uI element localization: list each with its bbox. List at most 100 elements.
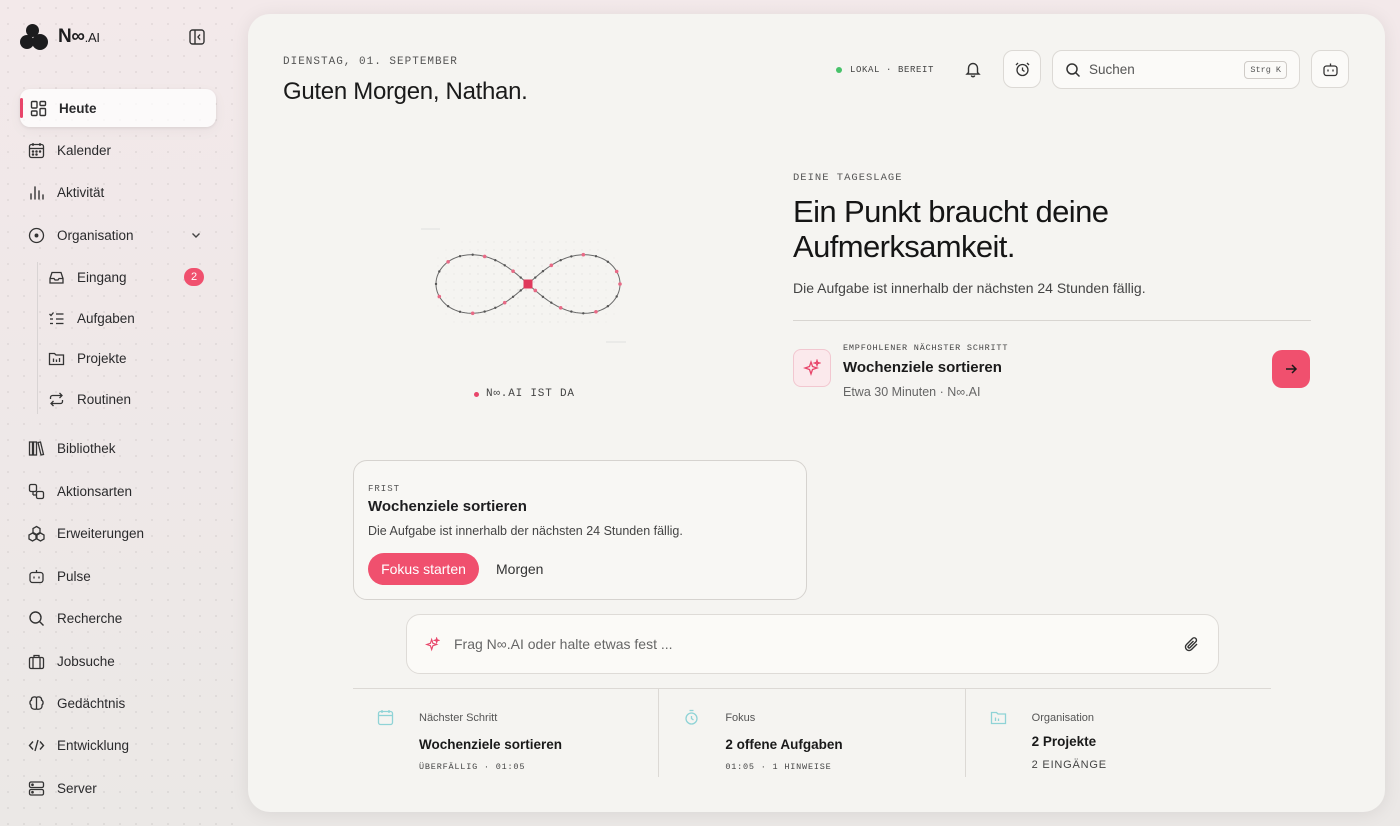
ask-input[interactable]: Frag N∞.AI oder halte etwas fest ...	[406, 614, 1219, 674]
stat-label: Nächster Schritt	[419, 712, 498, 724]
sparkle-icon	[803, 359, 821, 377]
sidebar-item-erweiterungen[interactable]: Erweiterungen	[20, 514, 144, 552]
stat-label: Fokus	[725, 712, 756, 724]
briefing-subline: Die Aufgabe ist innerhalb der nächsten 2…	[793, 280, 1146, 296]
brand-logo-icon	[20, 24, 48, 50]
dashboard-icon	[30, 100, 47, 116]
sidebar-item-jobsuche[interactable]: Jobsuche	[20, 642, 115, 680]
sidebar-item-eingang[interactable]: Eingang 2	[40, 258, 216, 296]
calendar-icon	[28, 142, 45, 158]
calendar-icon	[377, 710, 394, 726]
sidebar-item-recherche[interactable]: Recherche	[20, 599, 122, 637]
arrow-right-icon	[1286, 364, 1298, 374]
extensions-icon	[28, 525, 45, 542]
next-step-go-button[interactable]	[1272, 350, 1310, 388]
search-icon	[29, 610, 44, 626]
visual-caption: N∞.AI IST DA	[474, 388, 575, 400]
stat-next-step[interactable]: Nächster Schritt Wochenziele sortieren Ü…	[353, 689, 658, 777]
status-indicator: LOKAL · BEREIT	[836, 65, 934, 75]
sidebar-item-label: Projekte	[77, 350, 127, 366]
sidebar-item-label: Entwicklung	[57, 737, 130, 753]
divider	[793, 320, 1311, 321]
chevron-down-icon[interactable]	[190, 229, 202, 241]
sidebar-item-aktionsarten[interactable]: Aktionsarten	[20, 472, 132, 510]
sidebar-item-entwicklung[interactable]: Entwicklung	[20, 726, 129, 764]
sidebar-item-label: Kalender	[57, 142, 112, 158]
timer-icon	[685, 709, 698, 725]
project-folder-icon	[990, 711, 1006, 725]
deadline-card: FRIST Wochenziele sortieren Die Aufgabe …	[353, 460, 807, 600]
compass-icon	[28, 227, 45, 243]
alarm-clock-icon	[1015, 62, 1029, 76]
robot-icon	[29, 569, 44, 583]
recommendation-icon-box	[793, 349, 831, 387]
next-step-meta: Etwa 30 Minuten · N∞.AI	[843, 385, 981, 399]
paperclip-icon[interactable]	[1183, 636, 1200, 653]
bar-chart-icon	[30, 185, 44, 200]
card-label: FRIST	[368, 484, 401, 494]
sidebar-item-label: Aktionsarten	[57, 483, 133, 499]
brain-icon	[29, 695, 44, 710]
ask-placeholder: Frag N∞.AI oder halte etwas fest ...	[454, 636, 673, 652]
sidebar: N∞.AI Heute Kalender Aktivität Organisat…	[0, 0, 236, 826]
briefing-label: DEINE TAGESLAGE	[793, 172, 903, 184]
inbox-count-badge: 2	[184, 268, 204, 286]
alarm-button[interactable]	[1003, 50, 1041, 88]
robot-icon	[1322, 63, 1338, 76]
sidebar-item-label: Routinen	[77, 391, 132, 407]
sidebar-item-server[interactable]: Server	[20, 769, 97, 807]
sidebar-item-pulse[interactable]: Pulse	[20, 557, 91, 595]
stat-sub: 2 EINGÄNGE	[1031, 759, 1107, 771]
sidebar-item-gedaechtnis[interactable]: Gedächtnis	[20, 684, 125, 722]
code-icon	[28, 739, 45, 751]
sidebar-item-label: Recherche	[57, 610, 123, 626]
search-shortcut: Strg K	[1244, 60, 1287, 79]
sidebar-collapse-icon[interactable]	[188, 28, 206, 46]
sidebar-item-aufgaben[interactable]: Aufgaben	[40, 299, 135, 337]
stat-organisation[interactable]: Organisation 2 Projekte 2 EINGÄNGE	[964, 689, 1271, 777]
sidebar-item-bibliothek[interactable]: Bibliothek	[20, 429, 116, 467]
stat-sub: ÜBERFÄLLIG · 01:05	[419, 762, 526, 772]
assistant-button[interactable]	[1311, 50, 1349, 88]
date-label: DIENSTAG, 01. SEPTEMBER	[283, 56, 458, 68]
sidebar-item-organisation[interactable]: Organisation	[20, 216, 134, 254]
search-input[interactable]: Suchen Strg K	[1052, 50, 1300, 89]
library-icon	[28, 440, 45, 456]
stat-value: Wochenziele sortieren	[419, 737, 563, 752]
bell-icon[interactable]	[964, 60, 982, 78]
shapes-icon	[28, 483, 45, 499]
visual-caption-dot	[474, 391, 479, 397]
sparkle-icon	[425, 636, 440, 651]
card-text: Die Aufgabe ist innerhalb der nächsten 2…	[368, 524, 683, 538]
brand[interactable]: N∞.AI	[20, 24, 100, 50]
sidebar-item-label: Aktivität	[57, 184, 105, 200]
infinity-visual	[421, 228, 626, 343]
tomorrow-button[interactable]: Morgen	[496, 553, 543, 585]
server-icon	[28, 780, 45, 796]
sidebar-item-label: Erweiterungen	[57, 525, 145, 541]
sidebar-item-label: Eingang	[77, 269, 127, 285]
sidebar-item-label: Heute	[59, 100, 97, 116]
stat-value: 2 Projekte	[1031, 734, 1097, 749]
sidebar-item-heute[interactable]: Heute	[20, 89, 216, 127]
briefing-headline: Ein Punkt braucht deine Aufmerksamkeit.	[793, 194, 1109, 264]
inbox-icon	[49, 271, 64, 284]
sidebar-item-aktivitaet[interactable]: Aktivität	[20, 173, 104, 211]
task-list-icon	[49, 311, 64, 324]
project-folder-icon	[48, 352, 65, 365]
main-panel: DIENSTAG, 01. SEPTEMBER Guten Morgen, Na…	[248, 14, 1385, 812]
stat-focus[interactable]: Fokus 2 offene Aufgaben 01:05 · 1 HINWEI…	[658, 689, 964, 777]
visual-caption-text: N∞.AI IST DA	[486, 388, 575, 400]
sidebar-item-routinen[interactable]: Routinen	[40, 380, 131, 418]
sidebar-item-label: Jobsuche	[57, 653, 115, 669]
start-focus-button[interactable]: Fokus starten	[368, 553, 479, 585]
status-text: LOKAL · BEREIT	[850, 65, 935, 75]
search-icon	[1066, 62, 1081, 77]
status-dot	[836, 67, 842, 73]
greeting: Guten Morgen, Nathan.	[283, 78, 528, 105]
sidebar-item-label: Bibliothek	[57, 440, 116, 456]
sidebar-item-label: Gedächtnis	[57, 695, 126, 711]
sidebar-item-projekte[interactable]: Projekte	[40, 339, 127, 377]
brand-name: N∞.AI	[58, 26, 100, 47]
sidebar-item-kalender[interactable]: Kalender	[20, 131, 111, 169]
